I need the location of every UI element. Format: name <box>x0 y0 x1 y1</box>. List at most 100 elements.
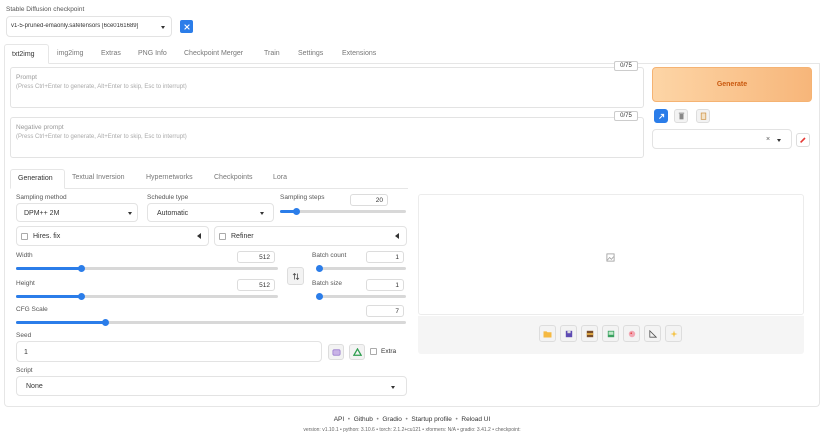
open-folder-button[interactable] <box>539 325 556 342</box>
tab-settings[interactable]: Settings <box>298 50 323 57</box>
sampling-method-value: DPM++ 2M <box>24 210 60 217</box>
extra-seed-label: Extra <box>381 348 397 355</box>
send-to-img2img-button[interactable] <box>602 325 619 342</box>
tab-hypernetworks[interactable]: Hypernetworks <box>146 174 193 181</box>
footer-link-reload-ui[interactable]: Reload UI <box>461 416 490 423</box>
negative-prompt-token-counter: 0/75 <box>614 111 638 121</box>
palette-icon <box>628 330 635 337</box>
floppy-icon <box>565 330 572 337</box>
batch-count-input[interactable]: 1 <box>366 251 404 263</box>
sampling-steps-slider[interactable] <box>280 208 406 215</box>
height-label: Height <box>16 280 35 287</box>
tab-label: Generation <box>18 175 53 182</box>
recycle-icon <box>352 347 362 356</box>
send-to-inpaint-button[interactable] <box>623 325 640 342</box>
width-slider[interactable] <box>16 265 278 272</box>
height-input[interactable]: 512 <box>237 279 275 291</box>
batch-count-slider[interactable] <box>316 265 406 272</box>
chevron-down-icon <box>777 139 781 142</box>
cfg-scale-slider[interactable] <box>16 319 406 326</box>
footer-versions: version: v1.10.1 • python: 3.10.6 • torc… <box>303 427 521 433</box>
slider-handle[interactable] <box>316 265 323 272</box>
sampling-steps-input[interactable]: 20 <box>350 194 388 206</box>
styles-dropdown[interactable]: × <box>652 129 792 149</box>
tab-textual-inversion[interactable]: Textual Inversion <box>72 174 125 181</box>
footer-link-github[interactable]: Github <box>354 416 373 423</box>
hires-fix-accordion[interactable]: Hires. fix <box>16 226 209 246</box>
swap-dimensions-button[interactable] <box>287 267 304 285</box>
prompt-area[interactable]: Prompt (Press Ctrl+Enter to generate, Al… <box>10 67 644 108</box>
hires-fix-checkbox[interactable] <box>21 233 28 240</box>
cfg-scale-input[interactable]: 7 <box>366 305 404 317</box>
chevron-down-icon <box>161 26 165 29</box>
footer-link-gradio[interactable]: Gradio <box>382 416 402 423</box>
prompt-label: Prompt <box>16 74 37 81</box>
slider-fill <box>16 295 82 298</box>
tab-generation[interactable]: Generation <box>10 169 65 189</box>
tab-lora[interactable]: Lora <box>273 174 287 181</box>
tab-checkpoints[interactable]: Checkpoints <box>214 174 253 181</box>
reuse-seed-button[interactable] <box>349 344 365 360</box>
seed-input[interactable]: 1 <box>16 341 322 362</box>
script-dropdown[interactable]: None <box>16 376 407 396</box>
prompt-placeholder: (Press Ctrl+Enter to generate, Alt+Enter… <box>16 84 187 90</box>
send-to-extras-button[interactable] <box>644 325 661 342</box>
tab-png-info[interactable]: PNG Info <box>138 50 167 57</box>
slider-handle[interactable] <box>292 208 300 215</box>
image-placeholder-icon <box>606 253 615 262</box>
slider-handle[interactable] <box>78 293 85 300</box>
footer-separator: • <box>346 416 354 423</box>
tab-train[interactable]: Train <box>264 50 280 57</box>
checkpoint-dropdown[interactable]: v1-5-pruned-emaonly.safetensors [6ce0161… <box>6 16 172 37</box>
checkpoint-label: Stable Diffusion checkpoint <box>6 6 85 13</box>
script-label: Script <box>16 367 33 374</box>
height-slider[interactable] <box>16 293 278 300</box>
edit-styles-button[interactable] <box>796 133 810 147</box>
batch-size-input[interactable]: 1 <box>366 279 404 291</box>
seed-label: Seed <box>16 332 32 339</box>
generate-button[interactable]: Generate <box>652 67 812 102</box>
slider-handle[interactable] <box>78 265 85 272</box>
width-input[interactable]: 512 <box>237 251 275 263</box>
trash-icon <box>678 112 684 120</box>
save-button[interactable] <box>560 325 577 342</box>
tab-checkpoint-merger[interactable]: Checkpoint Merger <box>184 50 243 57</box>
footer-link-startup-profile[interactable]: Startup profile <box>411 416 451 423</box>
zip-button[interactable] <box>581 325 598 342</box>
refresh-icon <box>183 23 190 30</box>
main-tabs: txt2img img2img Extras PNG Info Checkpoi… <box>4 44 820 64</box>
refiner-checkbox[interactable] <box>219 233 226 240</box>
schedule-type-dropdown[interactable]: Automatic <box>147 203 274 222</box>
tab-extensions[interactable]: Extensions <box>342 50 376 57</box>
sampling-method-label: Sampling method <box>16 194 67 201</box>
clear-icon[interactable]: × <box>766 136 770 143</box>
random-seed-button[interactable] <box>328 344 344 360</box>
chevron-down-icon <box>128 212 132 215</box>
sampling-method-dropdown[interactable]: DPM++ 2M <box>16 203 138 222</box>
read-params-button[interactable] <box>654 109 668 123</box>
negative-prompt-area[interactable]: Negative prompt (Press Ctrl+Enter to gen… <box>10 117 644 158</box>
batch-size-slider[interactable] <box>316 293 406 300</box>
sparkle-icon <box>669 329 678 338</box>
refresh-checkpoint-button[interactable] <box>180 20 193 33</box>
chevron-down-icon <box>391 386 395 389</box>
footer-link-api[interactable]: API <box>334 416 344 423</box>
tab-extras[interactable]: Extras <box>101 50 121 57</box>
extra-seed-checkbox[interactable] <box>370 348 377 355</box>
checkpoint-value: v1-5-pruned-emaonly.safetensors [6ce0161… <box>11 23 139 29</box>
batch-size-label: Batch size <box>312 280 342 287</box>
dice-icon <box>332 349 340 355</box>
tab-img2img[interactable]: img2img <box>57 50 83 57</box>
width-label: Width <box>16 252 33 259</box>
generate-label: Generate <box>716 81 748 88</box>
tab-txt2img[interactable]: txt2img <box>4 44 49 64</box>
folder-icon <box>543 330 552 338</box>
sparkle-button[interactable] <box>665 325 682 342</box>
clear-prompt-button[interactable] <box>674 109 688 123</box>
schedule-type-value: Automatic <box>157 210 189 217</box>
output-gallery <box>418 194 804 315</box>
tab-label: txt2img <box>12 51 35 58</box>
slider-handle[interactable] <box>316 293 323 300</box>
refiner-accordion[interactable]: Refiner <box>214 226 407 246</box>
apply-style-button[interactable] <box>696 109 710 123</box>
